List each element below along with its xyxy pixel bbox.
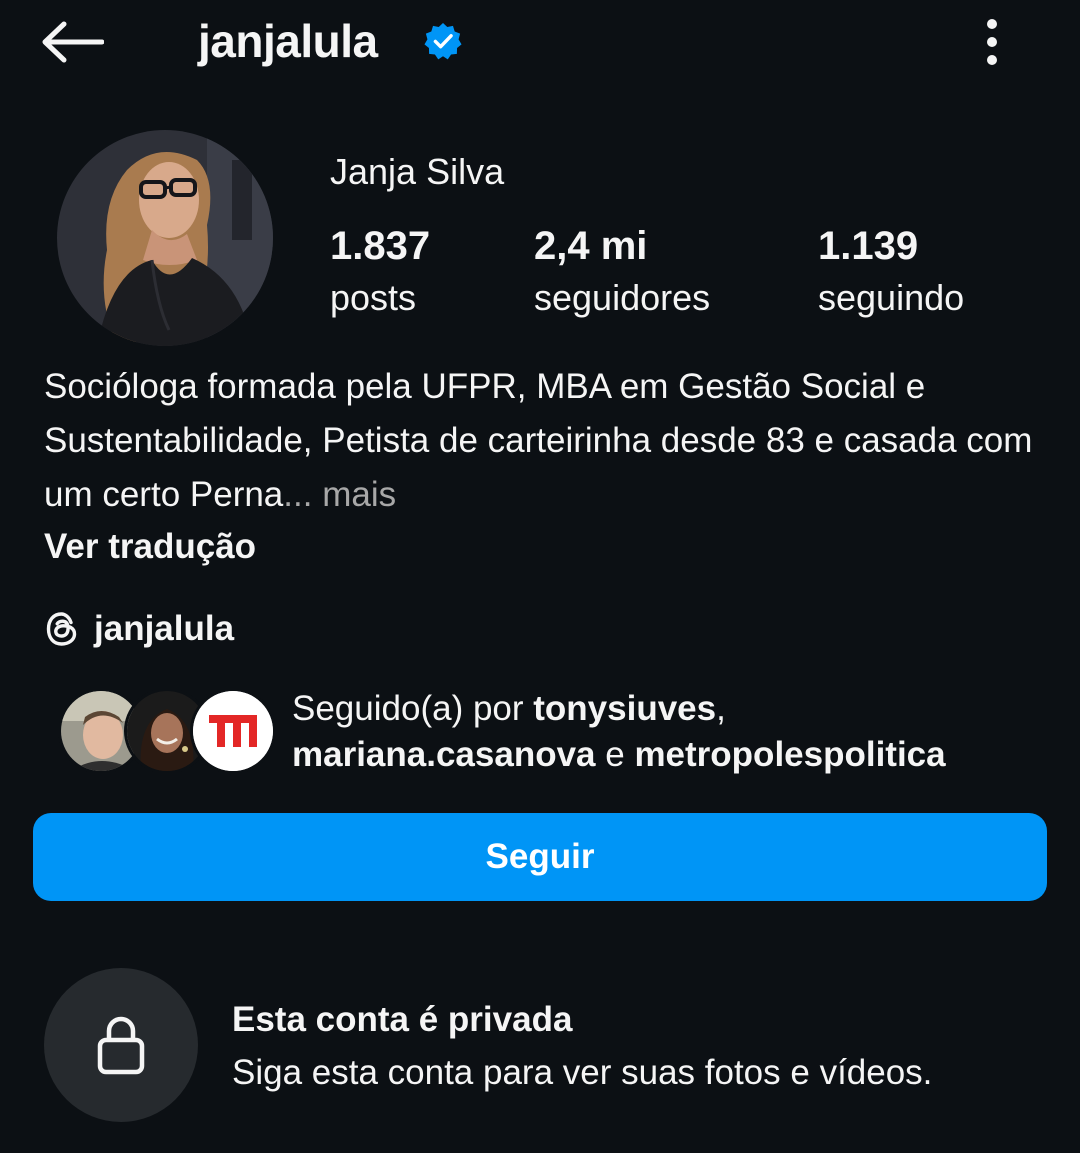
bio-ellipsis: ... bbox=[283, 475, 313, 514]
following-count-label: seguindo bbox=[818, 277, 965, 318]
threads-icon bbox=[46, 612, 77, 646]
bio-text: Socióloga formada pela UFPR, MBA em Gest… bbox=[44, 367, 1033, 514]
see-translation-link[interactable]: Ver tradução bbox=[44, 520, 256, 574]
mutual-follower-2[interactable]: mariana.casanova bbox=[292, 735, 596, 774]
following-count[interactable]: 1.139 seguindo bbox=[818, 220, 964, 324]
profile-bio: Socióloga formada pela UFPR, MBA em Gest… bbox=[44, 360, 1044, 522]
lock-icon bbox=[97, 1016, 145, 1075]
threads-profile-link[interactable]: janjalula bbox=[44, 604, 234, 654]
posts-count-value: 1.837 bbox=[330, 224, 431, 268]
follow-button[interactable]: Seguir bbox=[33, 813, 1047, 901]
profile-full-name: Janja Silva bbox=[330, 151, 505, 192]
followers-count[interactable]: 2,4 mi seguidores bbox=[534, 220, 710, 324]
profile-avatar[interactable] bbox=[57, 130, 273, 346]
private-lock-badge bbox=[44, 968, 198, 1122]
bio-more-link[interactable]: mais bbox=[312, 475, 396, 514]
arrow-left-icon bbox=[42, 21, 104, 63]
followers-count-value: 2,4 mi bbox=[534, 224, 648, 268]
private-account-title: Esta conta é privada bbox=[232, 1000, 573, 1039]
verified-badge-icon bbox=[424, 22, 462, 60]
threads-handle: janjalula bbox=[94, 609, 235, 648]
mutual-follower-3[interactable]: metropolespolitica bbox=[634, 735, 945, 774]
followed-by-prefix: Seguido(a) por bbox=[292, 689, 534, 728]
avatar bbox=[190, 688, 276, 774]
back-button[interactable] bbox=[40, 14, 116, 70]
mutual-followers-avatars[interactable] bbox=[58, 688, 276, 774]
header-username: janjalula bbox=[198, 15, 378, 67]
mutual-follower-1[interactable]: tonysiuves bbox=[533, 689, 716, 728]
followed-by-sep1: , bbox=[716, 689, 726, 728]
followed-by-text[interactable]: Seguido(a) por tonysiuves, mariana.casan… bbox=[292, 686, 1052, 778]
followed-by-sep2: e bbox=[595, 735, 635, 774]
more-vertical-icon bbox=[987, 19, 997, 65]
private-account-subtitle: Siga esta conta para ver suas fotos e ví… bbox=[232, 1053, 933, 1092]
posts-count-label: posts bbox=[330, 277, 417, 318]
following-count-value: 1.139 bbox=[818, 224, 919, 268]
profile-photo bbox=[57, 130, 273, 346]
followers-count-label: seguidores bbox=[534, 277, 711, 318]
posts-count[interactable]: 1.837 posts bbox=[330, 220, 430, 324]
more-options-button[interactable] bbox=[968, 14, 1016, 70]
